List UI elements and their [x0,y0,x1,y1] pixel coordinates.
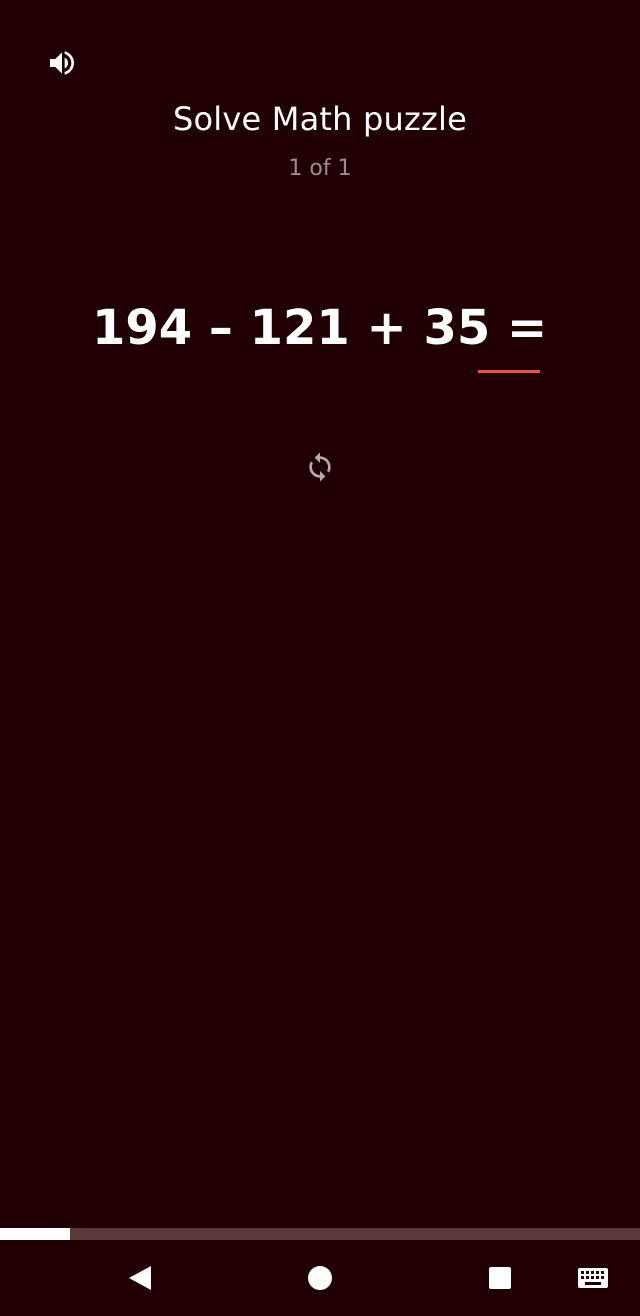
alarm-puzzle-screen: Solve Math puzzle 1 of 1 194 – 121 + 35 … [0,0,640,1316]
recents-square-icon [489,1267,511,1289]
home-circle-icon [308,1266,332,1290]
nav-back-button[interactable] [120,1258,160,1298]
refresh-icon [309,452,331,482]
speaker-icon [50,51,74,75]
system-navigation-bar [0,1240,640,1316]
page-title: Solve Math puzzle [173,100,467,138]
progress-fill [0,1228,71,1240]
nav-recents-button[interactable] [480,1258,520,1298]
time-progress-bar [0,1228,640,1240]
nav-home-button[interactable] [300,1258,340,1298]
keyboard-icon [578,1268,608,1288]
back-triangle-icon [129,1266,151,1290]
new-puzzle-button[interactable] [302,449,338,485]
answer-input[interactable] [478,320,540,373]
nav-keyboard-button[interactable] [573,1258,613,1298]
puzzle-counter: 1 of 1 [288,156,352,181]
sound-toggle-button[interactable] [44,45,80,81]
